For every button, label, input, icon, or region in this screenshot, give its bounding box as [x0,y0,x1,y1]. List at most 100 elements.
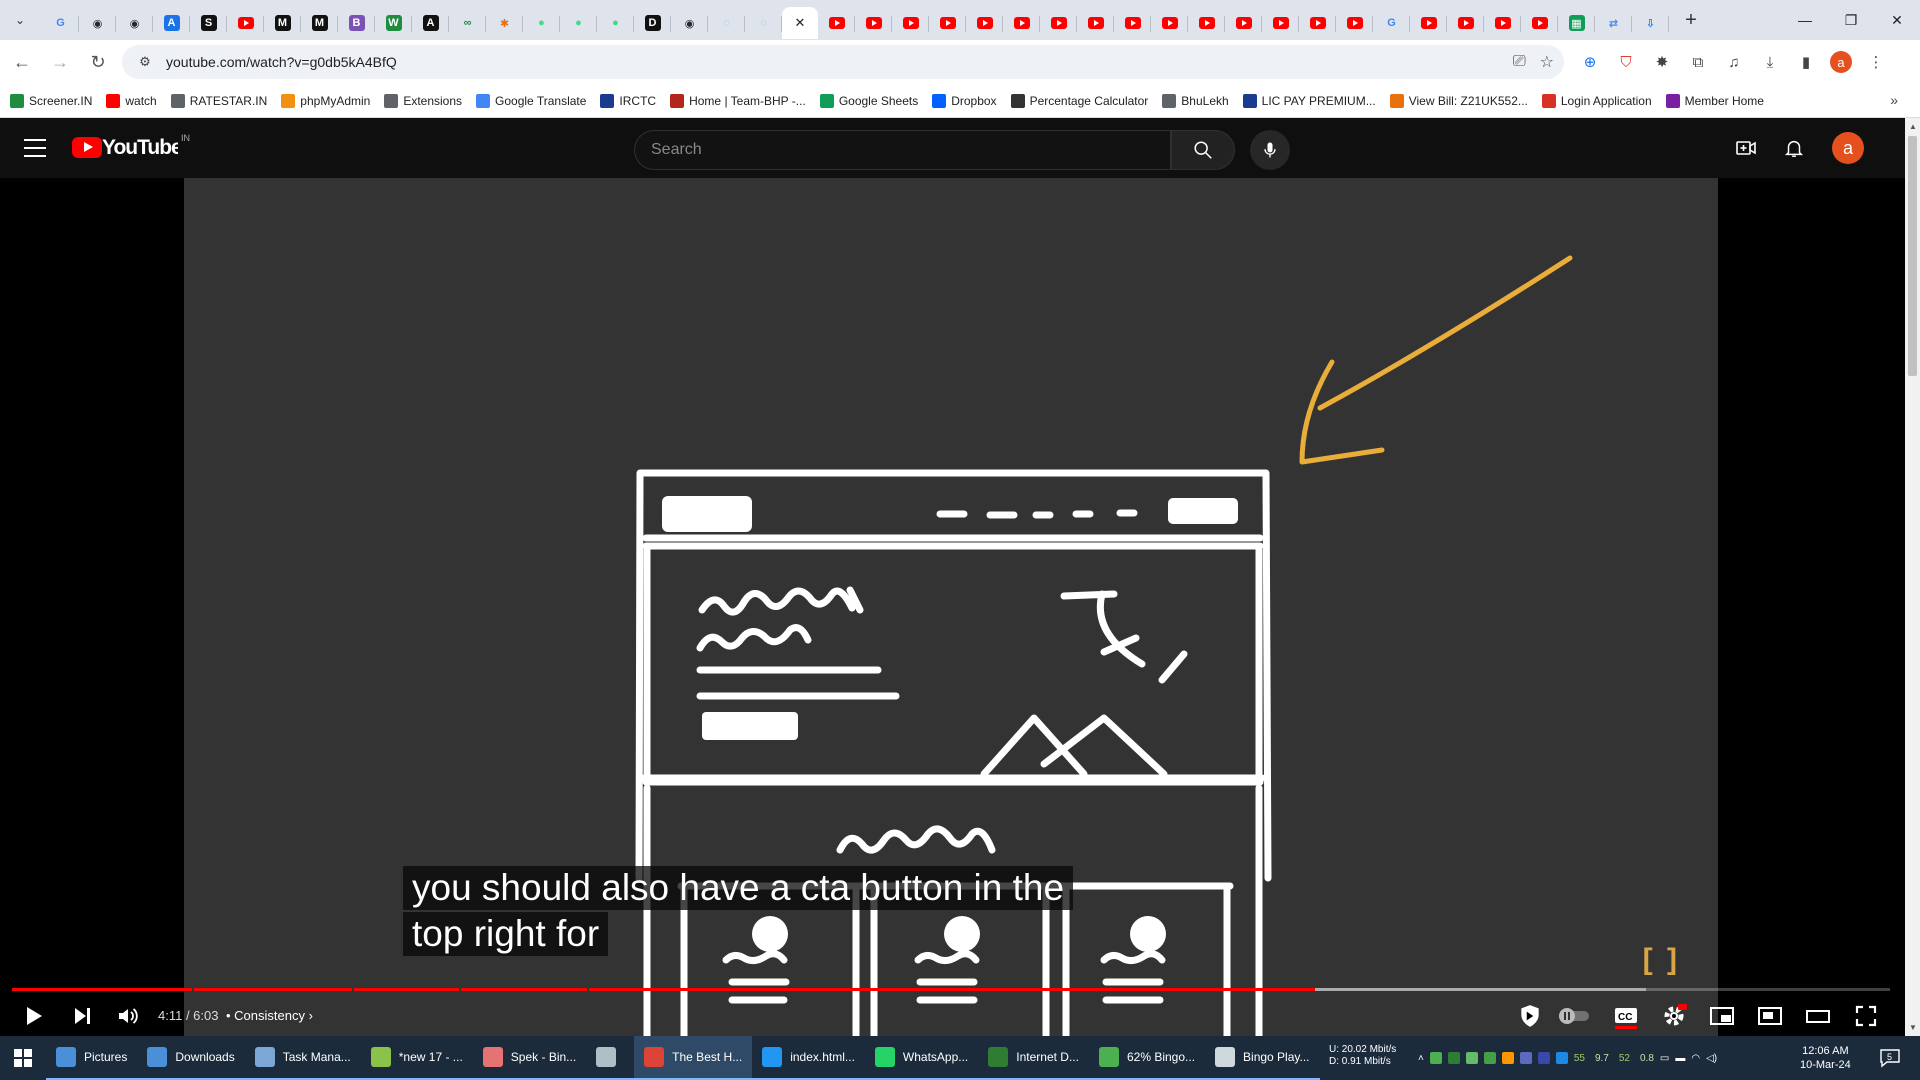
install-app-icon[interactable]: ⎚ [1513,53,1526,71]
taskbar-app-button[interactable]: 62% Bingo... [1088,1036,1206,1080]
tray-app-icon[interactable] [1465,1052,1478,1064]
tab[interactable] [1299,7,1336,39]
bookmark-item[interactable]: Member Home [1665,93,1764,108]
bug-extension-icon[interactable]: ✸ [1650,50,1674,74]
tab[interactable]: G [42,7,79,39]
tab[interactable]: B [338,7,375,39]
subtitles-button[interactable]: CC [1608,998,1644,1034]
taskbar-app-button[interactable] [586,1036,635,1080]
create-video-icon[interactable] [1726,128,1766,168]
reload-icon[interactable]: ↻ [82,46,114,78]
media-controls-icon[interactable]: ♫ [1722,50,1746,74]
bookmark-item[interactable]: RATESTAR.IN [170,93,267,108]
tab[interactable] [1262,7,1299,39]
bookmark-item[interactable]: View Bill: Z21UK552... [1389,93,1528,108]
tab[interactable] [1225,7,1262,39]
taskbar-app-button[interactable]: Pictures [46,1036,138,1080]
tab[interactable] [1040,7,1077,39]
taskbar-app-button[interactable]: The Best H... [634,1036,753,1080]
bookmark-item[interactable]: BhuLekh [1162,93,1229,108]
tab[interactable]: ◉ [116,7,153,39]
tab[interactable]: M [264,7,301,39]
bookmark-item[interactable]: watch [106,93,157,108]
tab[interactable]: ◉ [79,7,116,39]
tab[interactable] [929,7,966,39]
page-scrollbar[interactable]: ▲ ▼ [1905,118,1920,1036]
puzzle-extensions-icon[interactable]: ⧉ [1686,50,1710,74]
tab[interactable]: S [190,7,227,39]
tab[interactable]: A [153,7,190,39]
tray-app-icon[interactable] [1519,1052,1532,1064]
taskbar-app-button[interactable]: Spek - Bin... [472,1036,587,1080]
shield-extension-icon[interactable]: ⛉ [1614,50,1638,74]
tray-volume-icon[interactable]: ◁) [1706,1053,1717,1064]
tab[interactable] [1484,7,1521,39]
system-clock[interactable]: 12:06 AM 10-Mar-24 [1800,1044,1851,1072]
bookmark-star-icon[interactable]: ☆ [1540,52,1554,72]
settings-button[interactable] [1656,998,1692,1034]
restore-icon[interactable]: ❐ [1828,0,1874,40]
bookmark-item[interactable]: IRCTC [600,93,656,108]
bookmark-item[interactable]: Google Sheets [819,93,918,108]
tab[interactable] [1188,7,1225,39]
tab[interactable]: ◌ [708,7,745,39]
volume-button[interactable] [110,998,146,1034]
site-info-icon[interactable]: ⚙ [134,54,156,70]
tray-wifi-icon[interactable]: ◠ [1691,1053,1700,1064]
theater-mode-button[interactable] [1800,998,1836,1034]
new-tab-plus-icon[interactable]: + [1677,6,1705,34]
tab[interactable] [1336,7,1373,39]
tray-chevron-up-icon[interactable]: ˄ [1418,1053,1424,1064]
tab[interactable] [818,7,855,39]
tab[interactable]: ⇄ [1595,7,1632,39]
tab[interactable]: ⇩ [1632,7,1669,39]
hamburger-menu-icon[interactable] [22,136,48,160]
tray-app-icon[interactable] [1537,1052,1550,1064]
tab[interactable]: A [412,7,449,39]
bookmark-item[interactable]: Home | Team-BHP -... [670,93,806,108]
bookmark-item[interactable]: Percentage Calculator [1010,93,1148,108]
tab[interactable] [227,7,264,39]
extension-shield-button[interactable] [1512,998,1548,1034]
tab[interactable]: D [634,7,671,39]
account-avatar[interactable]: a [1832,132,1864,164]
address-bar[interactable]: ⚙ youtube.com/watch?v=g0db5kA4BfQ ⎚ ☆ [122,45,1564,79]
tab[interactable] [1077,7,1114,39]
more-menu-icon[interactable]: ⋮ [1864,50,1888,74]
more-bookmarks-chevron-icon[interactable]: » [1890,92,1898,108]
miniplayer-button[interactable] [1704,998,1740,1034]
picture-in-picture-button[interactable] [1752,998,1788,1034]
tab[interactable]: ✱ [486,7,523,39]
chapter-title-button[interactable]: • Consistency › [226,1008,313,1023]
tab-search-chevron-icon[interactable]: ⌄ [6,6,34,34]
next-button[interactable] [64,998,100,1034]
tab[interactable] [1447,7,1484,39]
tab[interactable] [1521,7,1558,39]
scrollbar-thumb[interactable] [1908,136,1917,376]
url-text[interactable]: youtube.com/watch?v=g0db5kA4BfQ [166,54,397,70]
tray-app-icon[interactable] [1429,1052,1442,1064]
search-input[interactable]: Search [634,130,1171,170]
tab[interactable]: ◌ [745,7,782,39]
tab[interactable]: ● [523,7,560,39]
taskbar-app-button[interactable]: Internet D... [978,1036,1089,1080]
bookmark-item[interactable]: Dropbox [932,93,997,108]
tab[interactable]: ● [560,7,597,39]
bookmark-item[interactable]: LIC PAY PREMIUM... [1242,93,1376,108]
autoplay-toggle[interactable] [1556,998,1592,1034]
taskbar-app-button[interactable]: WhatsApp... [864,1036,979,1080]
tab[interactable]: ◉ [671,7,708,39]
scroll-up-arrow-icon[interactable]: ▲ [1909,122,1917,131]
tab[interactable] [1114,7,1151,39]
taskbar-app-button[interactable]: index.html... [752,1036,865,1080]
notifications-bell-icon[interactable] [1774,128,1814,168]
start-button[interactable] [0,1036,46,1080]
tab-active[interactable]: ✕ [782,7,818,39]
side-panel-icon[interactable]: ▮ [1794,50,1818,74]
tab[interactable]: M [301,7,338,39]
voice-search-button[interactable] [1250,130,1290,170]
taskbar-app-button[interactable]: Downloads [137,1036,245,1080]
bookmark-item[interactable]: Extensions [384,93,462,108]
tray-search-icon[interactable] [1501,1052,1514,1064]
tab[interactable] [1003,7,1040,39]
